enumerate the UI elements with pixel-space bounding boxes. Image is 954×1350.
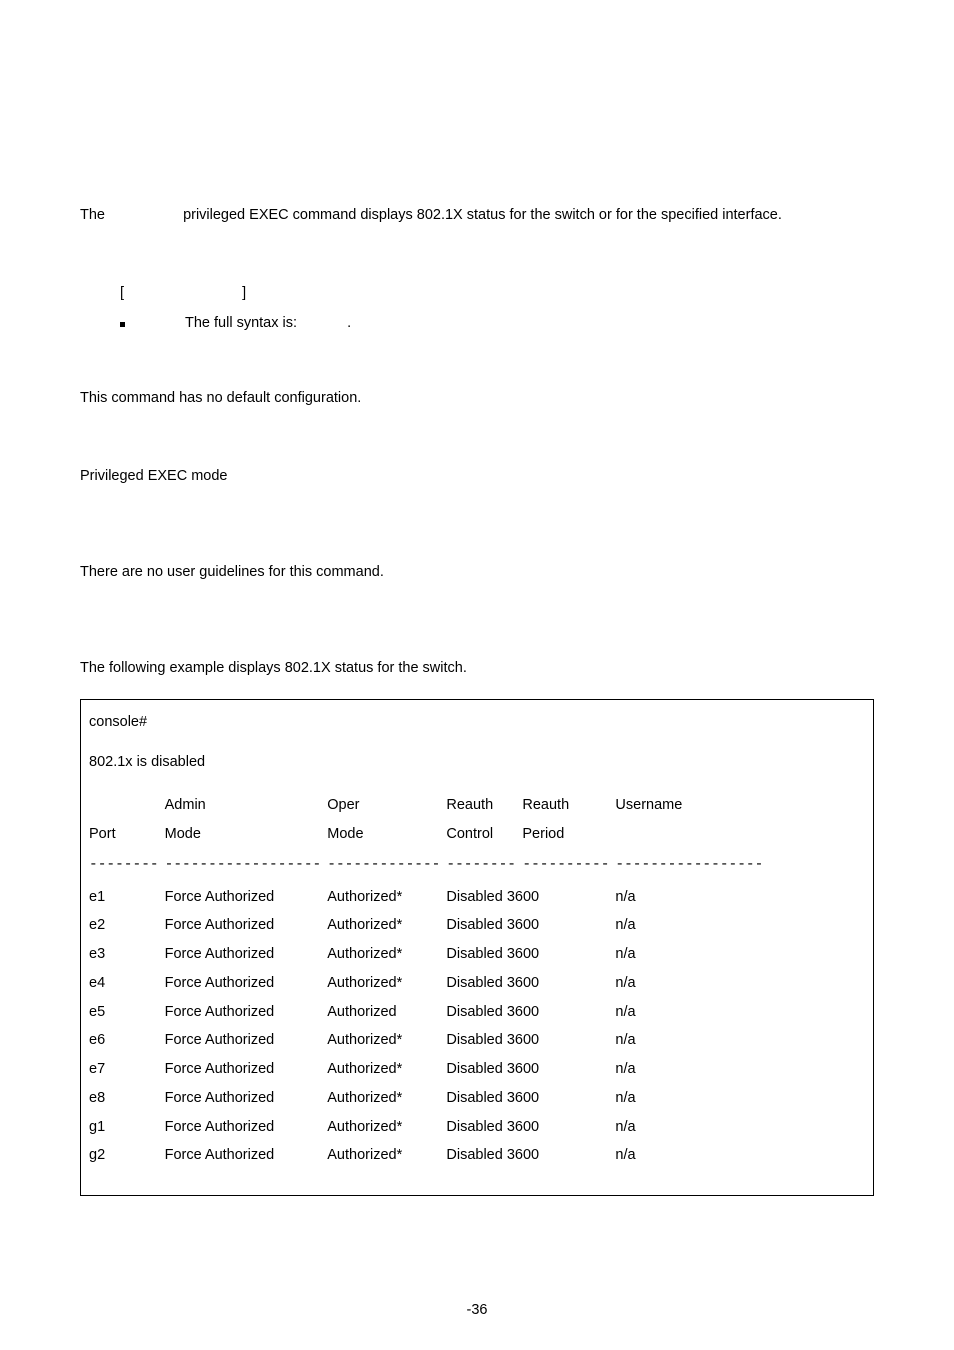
- dash-user: -----------------: [615, 849, 769, 883]
- cell-admin: Force Authorized: [165, 998, 328, 1027]
- table-row: e5Force AuthorizedAuthorizedDisabled 360…: [89, 998, 769, 1027]
- cell-username: n/a: [615, 1084, 769, 1113]
- cell-port: e7: [89, 1056, 165, 1085]
- cell-admin: Force Authorized: [165, 883, 328, 912]
- hdr2-rp: Period: [522, 821, 615, 850]
- dash-oper: -------------: [327, 849, 446, 883]
- user-guidelines: There are no user guidelines for this co…: [80, 562, 874, 584]
- cell-port: e4: [89, 969, 165, 998]
- hdr2-admin: Mode: [165, 821, 328, 850]
- cell-oper: Authorized*: [327, 941, 446, 970]
- cell-oper: Authorized: [327, 998, 446, 1027]
- table-header-row-2: Port Mode Mode Control Period: [89, 821, 769, 850]
- bullet-icon: [120, 322, 125, 327]
- cell-reauth: Disabled 3600: [446, 1084, 615, 1113]
- cell-reauth: Disabled 3600: [446, 1027, 615, 1056]
- cell-port: e1: [89, 883, 165, 912]
- syntax-dot: .: [347, 315, 351, 331]
- cell-username: n/a: [615, 941, 769, 970]
- cell-admin: Force Authorized: [165, 941, 328, 970]
- syntax-lbr: [: [120, 285, 124, 301]
- cell-username: n/a: [615, 883, 769, 912]
- table-row: e3Force AuthorizedAuthorized*Disabled 36…: [89, 941, 769, 970]
- cell-admin: Force Authorized: [165, 1113, 328, 1142]
- cell-port: e8: [89, 1084, 165, 1113]
- cell-reauth: Disabled 3600: [446, 998, 615, 1027]
- table-row: e4Force AuthorizedAuthorized*Disabled 36…: [89, 969, 769, 998]
- cell-username: n/a: [615, 969, 769, 998]
- hdr2-port: Port: [89, 821, 165, 850]
- default-config: This command has no default configuratio…: [80, 388, 874, 410]
- cell-admin: Force Authorized: [165, 1027, 328, 1056]
- example-table: Admin Oper Reauth Reauth Username Port M…: [89, 792, 769, 1171]
- syntax-rbr: ]: [242, 285, 246, 301]
- cell-username: n/a: [615, 1056, 769, 1085]
- cell-admin: Force Authorized: [165, 1084, 328, 1113]
- table-dash-row: -------- ------------------ ------------…: [89, 849, 769, 883]
- table-row: e2Force AuthorizedAuthorized*Disabled 36…: [89, 912, 769, 941]
- cell-oper: Authorized*: [327, 912, 446, 941]
- cell-admin: Force Authorized: [165, 912, 328, 941]
- table-row: e8Force AuthorizedAuthorized*Disabled 36…: [89, 1084, 769, 1113]
- dash-admin: ------------------: [165, 849, 328, 883]
- cell-username: n/a: [615, 998, 769, 1027]
- hdr-username: Username: [615, 792, 769, 821]
- cell-oper: Authorized*: [327, 883, 446, 912]
- cell-port: e5: [89, 998, 165, 1027]
- dash-rp: ----------: [522, 849, 615, 883]
- cell-port: g1: [89, 1113, 165, 1142]
- example-output-box: console# 802.1x is disabled Admin Oper R…: [80, 699, 874, 1195]
- table-row: g2Force AuthorizedAuthorized*Disabled 36…: [89, 1142, 769, 1171]
- cell-oper: Authorized*: [327, 1084, 446, 1113]
- cell-oper: Authorized*: [327, 969, 446, 998]
- example-status: 802.1x is disabled: [89, 752, 865, 774]
- cell-reauth: Disabled 3600: [446, 1056, 615, 1085]
- dash-port: --------: [89, 849, 165, 883]
- cell-port: e3: [89, 941, 165, 970]
- cell-username: n/a: [615, 1142, 769, 1171]
- example-intro: The following example displays 802.1X st…: [80, 658, 874, 680]
- intro-pre: The: [80, 207, 105, 223]
- cell-oper: Authorized*: [327, 1142, 446, 1171]
- table-row: g1Force AuthorizedAuthorized*Disabled 36…: [89, 1113, 769, 1142]
- cell-reauth: Disabled 3600: [446, 941, 615, 970]
- table-header-row-1: Admin Oper Reauth Reauth Username: [89, 792, 769, 821]
- cell-port: g2: [89, 1142, 165, 1171]
- cell-reauth: Disabled 3600: [446, 883, 615, 912]
- table-row: e1Force AuthorizedAuthorized*Disabled 36…: [89, 883, 769, 912]
- cell-oper: Authorized*: [327, 1056, 446, 1085]
- dash-rc: --------: [446, 849, 522, 883]
- hdr-admin: Admin: [165, 792, 328, 821]
- hdr-reauth-period: Reauth: [522, 792, 615, 821]
- syntax-bullet-row: The full syntax is: .: [80, 313, 874, 335]
- cell-port: e2: [89, 912, 165, 941]
- cell-admin: Force Authorized: [165, 1056, 328, 1085]
- cell-username: n/a: [615, 1113, 769, 1142]
- cell-username: n/a: [615, 912, 769, 941]
- intro-paragraph: The privileged EXEC command displays 802…: [80, 205, 874, 227]
- cell-reauth: Disabled 3600: [446, 912, 615, 941]
- hdr2-rc: Control: [446, 821, 522, 850]
- intro-post: privileged EXEC command displays 802.1X …: [183, 207, 782, 223]
- cell-reauth: Disabled 3600: [446, 969, 615, 998]
- syntax-text: The full syntax is:: [185, 315, 297, 331]
- hdr2-oper: Mode: [327, 821, 446, 850]
- hdr-oper: Oper: [327, 792, 446, 821]
- cell-oper: Authorized*: [327, 1113, 446, 1142]
- table-row: e6Force AuthorizedAuthorized*Disabled 36…: [89, 1027, 769, 1056]
- cell-admin: Force Authorized: [165, 1142, 328, 1171]
- cell-port: e6: [89, 1027, 165, 1056]
- cell-reauth: Disabled 3600: [446, 1113, 615, 1142]
- table-row: e7Force AuthorizedAuthorized*Disabled 36…: [89, 1056, 769, 1085]
- syntax-line-1: [ ]: [80, 283, 874, 305]
- command-mode: Privileged EXEC mode: [80, 466, 874, 488]
- cell-admin: Force Authorized: [165, 969, 328, 998]
- example-prompt: console#: [89, 712, 865, 734]
- cell-oper: Authorized*: [327, 1027, 446, 1056]
- page-number: -36: [0, 1300, 954, 1322]
- cell-username: n/a: [615, 1027, 769, 1056]
- cell-reauth: Disabled 3600: [446, 1142, 615, 1171]
- hdr-reauth-control: Reauth: [446, 792, 522, 821]
